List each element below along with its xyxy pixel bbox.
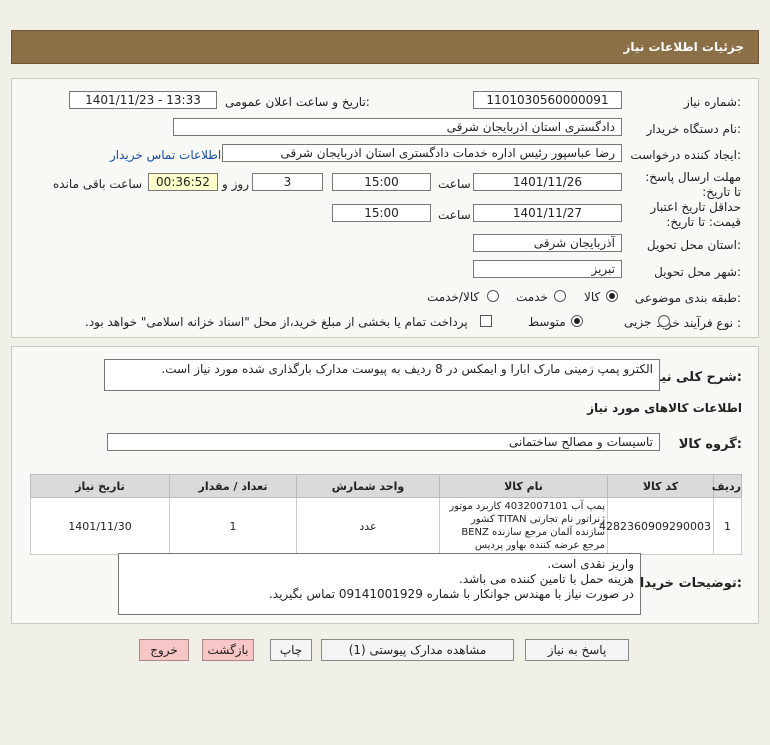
- category-goods-label: کالا: [584, 290, 601, 304]
- deadline-date-field: 1401/11/26: [473, 173, 622, 191]
- buyer-org-label: نام دستگاه خریدار:: [646, 122, 742, 136]
- remaining-time-field: 00:36:52: [148, 173, 218, 191]
- deadline-label: مهلت ارسال پاسخ: تا تاریخ:: [645, 170, 741, 199]
- cell-name: پمپ آب 4032007101 کاربرد موتور ژنراتور ن…: [439, 497, 608, 555]
- buyer-contact-link[interactable]: اطلاعات تماس خریدار: [110, 148, 221, 162]
- category-goods-service-label: کالا/خدمت: [427, 290, 480, 304]
- deadline-time-label: ساعت: [438, 177, 471, 191]
- treasury-payment-checkbox[interactable]: [480, 315, 492, 327]
- view-attachments-button[interactable]: مشاهده مدارک پیوستی (1): [321, 639, 514, 661]
- col-header-unit: واحد شمارش: [296, 474, 440, 498]
- creator-field: رضا عباسپور رئیس اداره خدمات دادگستری اس…: [222, 144, 622, 162]
- page-header: جزئیات اطلاعات نیاز: [11, 30, 759, 64]
- col-header-code: کد کالا: [607, 474, 714, 498]
- buyer-note-line: هزینه حمل با تامین کننده می باشد.: [459, 572, 634, 586]
- reply-button[interactable]: پاسخ به نیاز: [525, 639, 629, 661]
- cell-row: 1: [713, 497, 742, 555]
- province-label: استان محل تحویل:: [646, 238, 741, 252]
- remaining-label: ساعت باقی مانده: [53, 177, 143, 191]
- col-header-date: تاریخ نیاز: [30, 474, 170, 498]
- validity-label: حداقل تاریخ اعتبار قیمت: تا تاریخ:: [650, 200, 741, 229]
- cell-unit: عدد: [296, 497, 440, 555]
- validity-date-field: 1401/11/27: [473, 204, 622, 222]
- goods-group-field: تاسیسات و مصالح ساختمانی: [107, 433, 660, 451]
- buyer-note-line: واریز نقدی است.: [547, 557, 634, 571]
- goods-group-label: گروه کالا:: [678, 437, 742, 452]
- category-label: طبقه بندی موضوعی:: [634, 291, 741, 305]
- items-table-header: ردیف کد کالا نام کالا واحد شمارش تعداد /…: [30, 474, 742, 498]
- items-section-title: اطلاعات کالاهای مورد نیاز: [587, 401, 742, 415]
- cell-code: 4282360909290003: [599, 497, 714, 555]
- province-field: آذربایجان شرقی: [473, 234, 622, 252]
- process-radio-medium[interactable]: [571, 315, 583, 327]
- process-medium-label: متوسط: [528, 315, 566, 329]
- cell-qty: 1: [169, 497, 297, 555]
- creator-label: ایجاد کننده درخواست:: [630, 148, 741, 162]
- category-radio-goods-service[interactable]: [487, 290, 499, 302]
- cell-date: 1401/11/30: [30, 497, 170, 555]
- buyer-org-field: دادگستری استان اذربایجان شرقی: [173, 118, 622, 136]
- col-header-name: نام کالا: [439, 474, 608, 498]
- city-field: تبریز: [473, 260, 622, 278]
- page-title: جزئیات اطلاعات نیاز: [623, 40, 744, 54]
- category-radio-service[interactable]: [554, 290, 566, 302]
- need-number-field: 1101030560000091: [473, 91, 622, 109]
- treasury-payment-note: پرداخت تمام یا بخشی از مبلغ خرید،از محل …: [85, 315, 468, 329]
- back-button[interactable]: بازگشت: [202, 639, 254, 661]
- buyer-notes-field: واریز نقدی است. هزینه حمل با تامین کننده…: [118, 553, 641, 615]
- validity-time-field: 15:00: [332, 204, 431, 222]
- announce-label: تاریخ و ساعت اعلان عمومی:: [225, 95, 370, 109]
- description-label: شرح کلی نیاز:: [648, 370, 742, 385]
- validity-time-label: ساعت: [438, 208, 471, 222]
- need-number-label: شماره نیاز:: [683, 95, 741, 109]
- deadline-time-field: 15:00: [332, 173, 431, 191]
- exit-button[interactable]: خروج: [139, 639, 189, 661]
- items-table: ردیف کد کالا نام کالا واحد شمارش تعداد /…: [30, 474, 742, 555]
- description-field: الکترو پمپ زمینی مارک ابارا و ایمکس در 8…: [104, 359, 660, 391]
- days-label: روز و: [222, 177, 249, 191]
- buyer-note-line: در صورت نیاز با مهندس جوانکار با شماره 0…: [268, 587, 634, 601]
- print-button[interactable]: چاپ: [270, 639, 312, 661]
- announce-field: 1401/11/23 - 13:33: [69, 91, 217, 109]
- process-radio-minor[interactable]: [658, 315, 670, 327]
- col-header-row: ردیف: [712, 474, 742, 498]
- category-service-label: خدمت: [516, 290, 548, 304]
- col-header-qty: تعداد / مقدار: [169, 474, 297, 498]
- process-minor-label: جزیی: [624, 315, 652, 329]
- buyer-notes-label: توضیحات خریدار:: [632, 576, 742, 591]
- category-radio-goods[interactable]: [606, 290, 618, 302]
- city-label: شهر محل تحویل:: [654, 265, 741, 279]
- table-row: 1 4282360909290003 پمپ آب 4032007101 کار…: [30, 497, 742, 555]
- days-field: 3: [252, 173, 323, 191]
